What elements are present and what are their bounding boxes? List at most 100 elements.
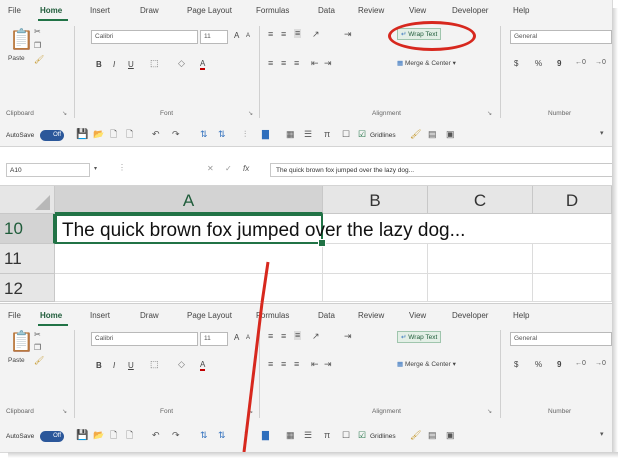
orientation-icon[interactable]: ↗: [312, 30, 320, 39]
borders-icon[interactable]: ⬚: [150, 360, 159, 369]
font-color-button[interactable]: A: [200, 59, 206, 70]
column-header-b[interactable]: B: [323, 186, 428, 214]
column-header-c[interactable]: C: [428, 186, 533, 214]
print-preview-icon[interactable]: 🗋: [126, 130, 133, 139]
chart-icon[interactable]: ▇: [262, 431, 269, 440]
underline-button[interactable]: U: [128, 60, 134, 69]
sort-descending-icon[interactable]: ⇅: [218, 130, 226, 139]
tab-review[interactable]: Review: [358, 311, 384, 320]
percent-button[interactable]: %: [535, 360, 542, 369]
tab-formulas[interactable]: Formulas: [256, 6, 289, 15]
gridlines-checkbox-icon[interactable]: ☑: [358, 431, 366, 440]
formula-input[interactable]: The quick brown fox jumped over the lazy…: [270, 163, 612, 177]
customize-qat-icon[interactable]: ▾: [600, 130, 604, 137]
align-right-icon[interactable]: ≡: [294, 59, 299, 68]
decrease-decimal-icon[interactable]: →0: [595, 360, 606, 367]
borders-icon[interactable]: ▤: [428, 130, 437, 139]
row-header-12[interactable]: 12: [0, 274, 55, 302]
align-center-icon[interactable]: ≡: [281, 360, 286, 369]
tab-home[interactable]: Home: [40, 6, 62, 15]
paste-icon[interactable]: 📋: [9, 30, 34, 50]
filter-icon[interactable]: ⫶: [244, 431, 246, 440]
increase-indent-icon[interactable]: ⇥: [324, 59, 332, 68]
font-color-button[interactable]: A: [200, 360, 206, 371]
comma-button[interactable]: 9: [557, 59, 561, 68]
name-box[interactable]: A10: [6, 163, 90, 177]
cell-a12[interactable]: [55, 274, 323, 302]
undo-icon[interactable]: ↶: [152, 130, 160, 139]
cancel-icon[interactable]: ✕: [207, 165, 214, 173]
tab-data[interactable]: Data: [318, 311, 335, 320]
tab-insert[interactable]: Insert: [90, 311, 110, 320]
align-left-icon[interactable]: ≡: [268, 59, 273, 68]
row-header-11[interactable]: 11: [0, 244, 55, 274]
italic-button[interactable]: I: [113, 60, 115, 69]
autosave-toggle[interactable]: Off: [40, 431, 64, 442]
table-icon[interactable]: ☰: [304, 431, 312, 440]
cell-b12[interactable]: [323, 274, 428, 302]
borders-icon[interactable]: ▤: [428, 431, 437, 440]
sort-ascending-icon[interactable]: ⇅: [200, 130, 208, 139]
tab-file[interactable]: File: [8, 6, 21, 15]
underline-button[interactable]: U: [128, 361, 134, 370]
row-header-10[interactable]: 10: [0, 214, 55, 244]
comma-button[interactable]: 9: [557, 360, 561, 369]
indent-icon[interactable]: ⇥: [344, 30, 352, 39]
align-bottom-icon[interactable]: ≡: [294, 331, 302, 340]
enter-icon[interactable]: ✓: [225, 165, 232, 173]
align-top-icon[interactable]: ≡: [268, 332, 273, 341]
redo-icon[interactable]: ↷: [172, 130, 180, 139]
grow-font-button[interactable]: A: [234, 31, 239, 40]
font-name-select[interactable]: Calibri: [91, 332, 198, 346]
font-name-select[interactable]: Calibri: [91, 30, 198, 44]
tab-review[interactable]: Review: [358, 6, 384, 15]
select-all-button[interactable]: [0, 186, 55, 214]
freeze-panes-icon[interactable]: ▦: [286, 130, 295, 139]
tab-file[interactable]: File: [8, 311, 21, 320]
cell-b11[interactable]: [323, 244, 428, 274]
save-icon[interactable]: 💾: [76, 130, 88, 140]
tab-view[interactable]: View: [409, 311, 426, 320]
decrease-decimal-icon[interactable]: →0: [595, 59, 606, 66]
cell-d10[interactable]: [533, 214, 612, 244]
orientation-icon[interactable]: ↗: [312, 332, 320, 341]
paste-label[interactable]: Paste: [8, 357, 25, 364]
cut-icon[interactable]: ✂: [34, 331, 41, 339]
name-box-dropdown-icon[interactable]: ▾: [94, 166, 97, 172]
pi-icon[interactable]: π: [324, 130, 330, 139]
align-middle-icon[interactable]: ≡: [281, 332, 286, 341]
shrink-font-button[interactable]: A: [246, 33, 250, 39]
sort-descending-icon[interactable]: ⇅: [218, 431, 226, 440]
italic-button[interactable]: I: [113, 361, 115, 370]
alignment-launcher-icon[interactable]: ↘: [487, 408, 492, 415]
tab-page-layout[interactable]: Page Layout: [187, 6, 232, 15]
filter-icon[interactable]: ⫶: [244, 130, 246, 139]
open-icon[interactable]: 📂: [93, 130, 104, 139]
bold-button[interactable]: B: [96, 60, 102, 69]
percent-button[interactable]: %: [535, 59, 542, 68]
save-icon[interactable]: 💾: [76, 431, 88, 441]
grow-font-button[interactable]: A: [234, 333, 239, 342]
tab-page-layout[interactable]: Page Layout: [187, 311, 232, 320]
chart-icon[interactable]: ▇: [262, 130, 269, 139]
undo-icon[interactable]: ↶: [152, 431, 160, 440]
cut-icon[interactable]: ✂: [34, 28, 41, 36]
increase-indent-icon[interactable]: ⇥: [324, 360, 332, 369]
align-middle-icon[interactable]: ≡: [281, 30, 286, 39]
format-painter-icon[interactable]: 🖌: [410, 431, 421, 440]
tab-draw[interactable]: Draw: [140, 311, 159, 320]
fill-icon[interactable]: ▣: [446, 431, 455, 440]
tab-draw[interactable]: Draw: [140, 6, 159, 15]
copy-icon[interactable]: ❐: [34, 344, 41, 352]
cell-a11[interactable]: [55, 244, 323, 274]
paste-icon[interactable]: 📋: [9, 332, 34, 352]
clipboard-launcher-icon[interactable]: ↘: [62, 408, 67, 415]
customize-qat-icon[interactable]: ▾: [600, 431, 604, 438]
tab-developer[interactable]: Developer: [452, 311, 488, 320]
decrease-indent-icon[interactable]: ⇤: [311, 59, 319, 68]
fill-icon[interactable]: ▣: [446, 130, 455, 139]
more-options-icon[interactable]: ⋮: [118, 164, 126, 172]
fill-color-icon[interactable]: ◇: [178, 59, 185, 68]
freeze-panes-icon[interactable]: ▦: [286, 431, 295, 440]
format-painter-icon[interactable]: 🖌: [34, 56, 44, 64]
